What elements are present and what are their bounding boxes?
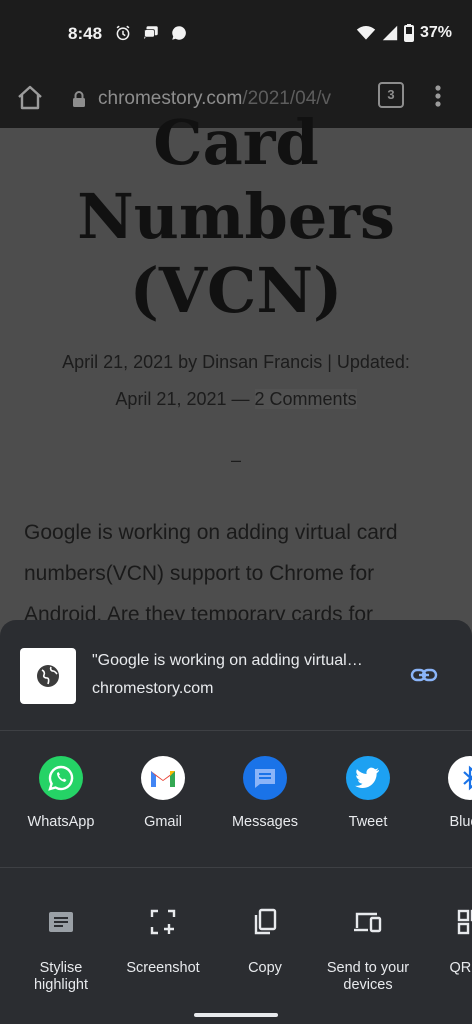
notification-icons (114, 24, 188, 42)
action-copy[interactable]: Copy (215, 900, 315, 977)
title-line: Numbers (77, 180, 395, 253)
action-screenshot[interactable]: Screenshot (113, 900, 213, 977)
share-bluetooth[interactable]: Blueto (420, 756, 472, 831)
meta-updated-date: April 21, 2021 (115, 389, 227, 409)
action-label: Send to your devices (326, 960, 410, 993)
share-actions-row: Stylise highlight Screenshot Copy Send t… (0, 868, 472, 1006)
meta-dash: — (231, 389, 250, 409)
highlight-icon (39, 900, 83, 944)
battery-icon (403, 24, 414, 42)
alarm-icon (116, 25, 130, 41)
screenshot-icon (141, 900, 185, 944)
copy-link-icon[interactable] (410, 664, 438, 686)
body-line: Google is working on adding virtual card (24, 521, 398, 544)
whatsapp-icon (39, 756, 83, 800)
chat-bubble-icon (172, 26, 186, 40)
gmail-icon (141, 756, 185, 800)
signal-icon (382, 25, 398, 41)
page-content: Card Numbers (VCN) April 21, 2021 by Din… (0, 106, 472, 628)
gesture-handle[interactable] (194, 1013, 278, 1017)
action-label: Copy (248, 960, 282, 976)
site-thumbnail (20, 648, 76, 704)
messages-icon (243, 756, 287, 800)
article-body: Google is working on adding virtual card… (24, 512, 454, 635)
comments-link[interactable]: 2 Comments (254, 389, 357, 409)
share-apps-row: WhatsApp Gmail Messages Tweet Blu (0, 730, 472, 868)
battery-percent: 37% (419, 24, 452, 41)
copy-icon (243, 900, 287, 944)
app-label: Tweet (348, 814, 388, 830)
share-messages[interactable]: Messages (215, 756, 315, 831)
share-sheet: "Google is working on adding virtual… ch… (0, 620, 472, 1024)
title-line: (VCN) (129, 254, 343, 327)
action-send-to-devices[interactable]: Send to your devices (318, 900, 418, 994)
action-label: Stylise highlight (33, 960, 88, 993)
article-meta: April 21, 2021 by Dinsan Francis | Updat… (20, 344, 452, 418)
share-preview: "Google is working on adding virtual… ch… (0, 620, 472, 731)
share-gmail[interactable]: Gmail (113, 756, 213, 831)
twitter-icon (346, 756, 390, 800)
action-label: QR co (449, 960, 472, 976)
send-to-devices-icon (346, 900, 390, 944)
action-stylise-highlight[interactable]: Stylise highlight (11, 900, 111, 994)
tab-switcher-button[interactable]: 3 (378, 82, 404, 108)
preview-title: "Google is working on adding virtual… (92, 652, 363, 669)
article-title: Card Numbers (VCN) (0, 106, 472, 328)
action-label: Screenshot (126, 960, 200, 976)
meta-byline: April 21, 2021 by Dinsan Francis | Updat… (62, 352, 410, 372)
bluetooth-icon (448, 756, 472, 800)
title-line: Card (153, 106, 319, 179)
wifi-icon (356, 26, 376, 40)
qr-code-icon (448, 900, 472, 944)
share-twitter[interactable]: Tweet (318, 756, 418, 831)
preview-url: chromestory.com (92, 680, 214, 697)
app-label: WhatsApp (27, 814, 95, 830)
app-label: Messages (231, 814, 299, 830)
status-time: 8:48 (68, 24, 103, 43)
app-label: Gmail (144, 814, 182, 830)
status-bar: 8:48 37% (0, 0, 472, 72)
action-qr-code[interactable]: QR co (420, 900, 472, 977)
system-icons: 37% (356, 24, 452, 42)
separator: – (230, 450, 241, 470)
globe-icon (37, 665, 59, 687)
messages-notification-icon (144, 26, 158, 39)
body-line: numbers(VCN) support to Chrome for (24, 562, 375, 585)
app-label: Blueto (449, 814, 472, 830)
share-whatsapp[interactable]: WhatsApp (11, 756, 111, 831)
